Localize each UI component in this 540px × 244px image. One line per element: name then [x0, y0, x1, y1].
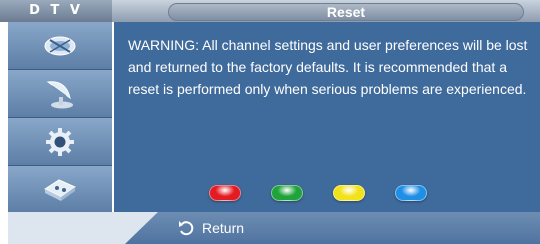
return-button[interactable]: Return [176, 218, 244, 238]
reset-warning-text: WARNING: All channel settings and user p… [128, 37, 528, 97]
return-arrow-icon [176, 218, 196, 238]
gear-icon [44, 126, 76, 158]
content-panel: WARNING: All channel settings and user p… [114, 22, 540, 212]
sidebar-item-input[interactable] [8, 166, 112, 212]
page-title: Reset [168, 3, 524, 21]
sidebar [8, 22, 112, 212]
sidebar-item-satellite[interactable] [8, 22, 112, 70]
satellite-dish-icon [40, 31, 80, 61]
source-tab[interactable]: D T V [0, 0, 112, 22]
red-button[interactable] [209, 185, 241, 201]
yellow-button[interactable] [333, 185, 365, 201]
antenna-icon [40, 78, 80, 110]
blue-button[interactable] [395, 185, 427, 201]
sidebar-item-antenna[interactable] [8, 70, 112, 118]
input-plug-icon [39, 175, 81, 203]
sidebar-item-setup[interactable] [8, 118, 112, 166]
green-button[interactable] [271, 185, 303, 201]
return-label: Return [202, 220, 245, 236]
title-bar: D T V Reset [0, 0, 540, 22]
tv-menu-screen: D T V Reset WARNING: All channel setting… [0, 0, 540, 244]
footer-bar: Return [0, 212, 540, 244]
